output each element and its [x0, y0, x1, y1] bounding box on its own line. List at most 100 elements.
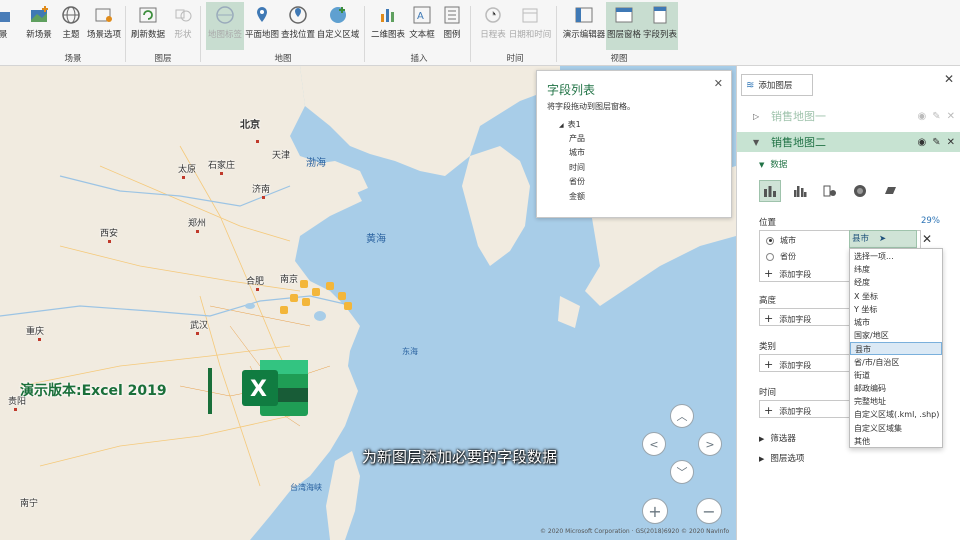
timeline-icon: [485, 7, 501, 23]
layer-item[interactable]: ▷ 销售地图一 ◉ ✎ ✕: [737, 106, 960, 126]
close-pane-icon[interactable]: ✕: [944, 72, 954, 86]
timeline-button[interactable]: 日程表: [478, 2, 508, 50]
dropdown-option[interactable]: 县市: [850, 342, 942, 356]
dropdown-option[interactable]: 省/市/自治区: [850, 356, 942, 369]
chevron-up-icon: ︿: [676, 410, 688, 423]
dropdown-option[interactable]: 经度: [850, 276, 942, 289]
delete-icon[interactable]: ✕: [947, 111, 955, 122]
2d-chart-button[interactable]: 二维图表: [370, 2, 406, 50]
refresh-data-button[interactable]: 刷新数据: [130, 2, 166, 50]
eye-icon[interactable]: ◉: [917, 111, 926, 122]
layer-options-section[interactable]: ▶ 图层选项: [759, 452, 804, 464]
data-marker[interactable]: [344, 302, 352, 310]
layers-icon: ≋: [746, 79, 755, 91]
city-dot: [262, 196, 265, 199]
dropdown-option[interactable]: Y 坐标: [850, 303, 942, 316]
field-item[interactable]: 时间: [569, 162, 585, 173]
city-label: 南京: [280, 275, 299, 285]
dropdown-option[interactable]: 自定义区域集: [850, 422, 942, 435]
field-item[interactable]: 金额: [569, 191, 585, 202]
pan-down-button[interactable]: ﹀: [670, 460, 694, 484]
zoom-out-button[interactable]: −: [696, 498, 722, 524]
layer-pane-button[interactable]: 图层窗格: [606, 2, 642, 50]
find-location-button[interactable]: 查找位置: [280, 2, 316, 50]
data-section-header[interactable]: ▼ 数据: [759, 158, 787, 170]
data-marker[interactable]: [302, 298, 310, 306]
dropdown-option[interactable]: 街道: [850, 369, 942, 382]
data-marker[interactable]: [312, 288, 320, 296]
dropdown-option[interactable]: 自定义区域(.kml, .shp): [850, 408, 942, 421]
collapse-icon: ▼: [759, 161, 765, 169]
plus-icon: +: [764, 404, 774, 417]
clustered-column-button[interactable]: [789, 180, 811, 202]
stacked-column-button[interactable]: [759, 180, 781, 202]
field-item[interactable]: 城市: [569, 147, 585, 158]
eye-icon[interactable]: ◉: [917, 137, 926, 148]
pan-right-button[interactable]: >: [698, 432, 722, 456]
scene-options-button[interactable]: 场景选项: [86, 2, 122, 50]
dropdown-option[interactable]: 城市: [850, 316, 942, 329]
dropdown-option[interactable]: 纬度: [850, 263, 942, 276]
region-button[interactable]: [879, 180, 901, 202]
shape-button[interactable]: 形状: [170, 2, 196, 50]
new-scene-button[interactable]: 新场景: [24, 2, 54, 50]
zoom-in-button[interactable]: +: [642, 498, 668, 524]
edit-icon[interactable]: ✎: [932, 137, 940, 148]
scene-options-icon: [95, 8, 112, 22]
tour-editor-button[interactable]: 演示编辑器: [562, 2, 606, 50]
field-item[interactable]: 省份: [569, 176, 585, 187]
dropdown-option[interactable]: 邮政编码: [850, 382, 942, 395]
custom-region-button[interactable]: 自定义区域: [316, 2, 360, 50]
text-box-button[interactable]: A 文本框: [408, 2, 436, 50]
theme-button[interactable]: 主题: [58, 2, 84, 50]
layer-item-selected[interactable]: ▼ 销售地图二 ◉ ✎ ✕: [737, 132, 960, 152]
add-field-height[interactable]: + 添加字段: [764, 312, 811, 325]
add-field-category[interactable]: + 添加字段: [764, 358, 811, 371]
legend-button[interactable]: 图例: [440, 2, 464, 50]
scene-button[interactable]: 场景: [0, 2, 14, 50]
group-divider: [200, 6, 201, 62]
field-list-button[interactable]: 字段列表: [642, 2, 678, 50]
kyushu: [558, 296, 580, 328]
data-marker[interactable]: [280, 306, 288, 314]
close-icon[interactable]: ✕: [714, 77, 723, 90]
pan-left-button[interactable]: <: [642, 432, 666, 456]
data-marker[interactable]: [300, 280, 308, 288]
field-item[interactable]: 产品: [569, 133, 585, 144]
find-location-icon: [289, 6, 307, 24]
data-marker[interactable]: [326, 282, 334, 290]
map-labels-button[interactable]: 地图标签: [206, 2, 244, 50]
pan-up-button[interactable]: ︿: [670, 404, 694, 428]
add-field-time[interactable]: + 添加字段: [764, 404, 811, 417]
radio-city[interactable]: 城市: [766, 235, 796, 246]
chevron-right-icon: >: [705, 437, 715, 451]
flat-map-button[interactable]: 平面地图: [244, 2, 280, 50]
dropdown-option[interactable]: 选择一项...: [850, 250, 942, 263]
city-label: 北京: [240, 120, 260, 131]
add-layer-button[interactable]: ≋ 添加图层: [741, 74, 813, 96]
remove-field-icon[interactable]: ✕: [919, 230, 935, 248]
filters-section[interactable]: ▶ 筛选器: [759, 432, 796, 444]
edit-icon[interactable]: ✎: [932, 111, 940, 122]
add-field-location[interactable]: + 添加字段: [764, 267, 811, 280]
group-label-view: 视图: [610, 54, 628, 64]
date-time-button[interactable]: 日期和时间: [508, 2, 552, 50]
calendar-icon: [522, 8, 538, 23]
dropdown-option[interactable]: 国家/地区: [850, 329, 942, 342]
bubble-button[interactable]: [819, 180, 841, 202]
minus-icon: −: [702, 501, 716, 521]
theme-label: 主题: [62, 30, 80, 40]
radio-province[interactable]: 省份: [766, 251, 796, 262]
dropdown-option[interactable]: 其他: [850, 435, 942, 448]
globe-icon: [62, 6, 80, 24]
delete-icon[interactable]: ✕: [947, 137, 955, 148]
data-marker[interactable]: [290, 294, 298, 302]
dropdown-option[interactable]: X 坐标: [850, 290, 942, 303]
dropdown-option[interactable]: 完整地址: [850, 395, 942, 408]
heatmap-button[interactable]: [849, 180, 871, 202]
table-node[interactable]: ◢ 表1: [559, 119, 581, 130]
geography-type-select[interactable]: 县市 ➤: [849, 230, 917, 248]
data-marker[interactable]: [338, 292, 346, 300]
category-label: 类别: [759, 342, 777, 352]
map-canvas[interactable]: 北京 天津 太原 石家庄 济南 郑州 西安 合肥 南京 武汉 重庆 贵阳 南宁 …: [0, 66, 736, 540]
